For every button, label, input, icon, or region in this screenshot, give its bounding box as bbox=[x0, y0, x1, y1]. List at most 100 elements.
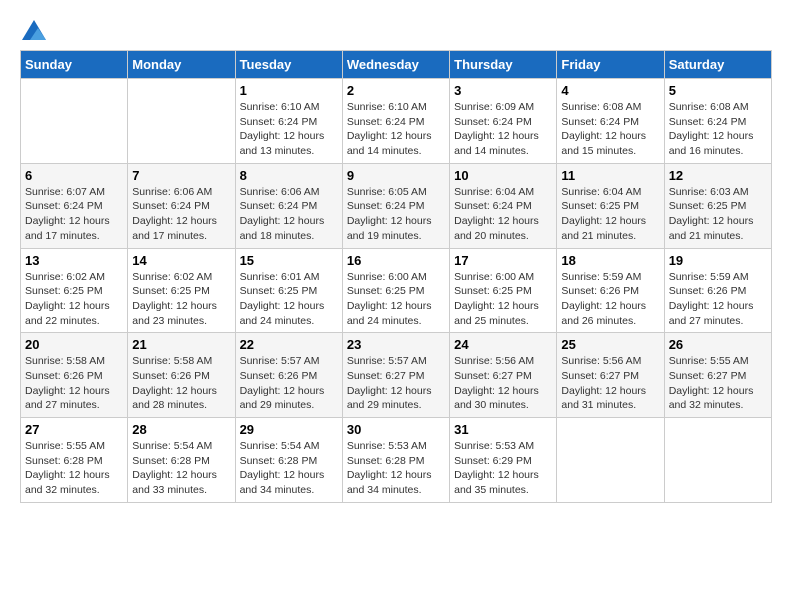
day-info: Sunrise: 6:04 AM Sunset: 6:24 PM Dayligh… bbox=[454, 185, 552, 244]
day-info: Sunrise: 6:02 AM Sunset: 6:25 PM Dayligh… bbox=[25, 270, 123, 329]
calendar-day-cell: 23 Sunrise: 5:57 AM Sunset: 6:27 PM Dayli… bbox=[342, 333, 449, 418]
day-info: Sunrise: 5:54 AM Sunset: 6:28 PM Dayligh… bbox=[132, 439, 230, 498]
calendar-day-cell: 28 Sunrise: 5:54 AM Sunset: 6:28 PM Dayli… bbox=[128, 418, 235, 503]
day-info: Sunrise: 6:06 AM Sunset: 6:24 PM Dayligh… bbox=[240, 185, 338, 244]
day-info: Sunrise: 5:58 AM Sunset: 6:26 PM Dayligh… bbox=[25, 354, 123, 413]
day-number: 13 bbox=[25, 253, 123, 268]
day-info: Sunrise: 6:03 AM Sunset: 6:25 PM Dayligh… bbox=[669, 185, 767, 244]
day-number: 1 bbox=[240, 83, 338, 98]
day-number: 17 bbox=[454, 253, 552, 268]
day-info: Sunrise: 6:10 AM Sunset: 6:24 PM Dayligh… bbox=[347, 100, 445, 159]
calendar-day-cell: 15Sunrise: 6:01 AM Sunset: 6:25 PM Dayli… bbox=[235, 248, 342, 333]
day-info: Sunrise: 6:10 AM Sunset: 6:24 PM Dayligh… bbox=[240, 100, 338, 159]
day-info: Sunrise: 5:57 AM Sunset: 6:27 PM Dayligh… bbox=[347, 354, 445, 413]
calendar-day-header: Tuesday bbox=[235, 51, 342, 79]
calendar: SundayMondayTuesdayWednesdayThursdayFrid… bbox=[20, 50, 772, 503]
calendar-day-cell: 17Sunrise: 6:00 AM Sunset: 6:25 PM Dayli… bbox=[450, 248, 557, 333]
calendar-day-header: Saturday bbox=[664, 51, 771, 79]
day-info: Sunrise: 5:54 AM Sunset: 6:28 PM Dayligh… bbox=[240, 439, 338, 498]
day-number: 9 bbox=[347, 168, 445, 183]
day-info: Sunrise: 6:09 AM Sunset: 6:24 PM Dayligh… bbox=[454, 100, 552, 159]
calendar-week-row: 1 Sunrise: 6:10 AM Sunset: 6:24 PM Daylig… bbox=[21, 79, 772, 164]
day-number: 23 bbox=[347, 337, 445, 352]
calendar-day-header: Monday bbox=[128, 51, 235, 79]
day-info: Sunrise: 5:57 AM Sunset: 6:26 PM Dayligh… bbox=[240, 354, 338, 413]
calendar-week-row: 6 Sunrise: 6:07 AM Sunset: 6:24 PM Daylig… bbox=[21, 163, 772, 248]
calendar-day-cell: 18 Sunrise: 5:59 AM Sunset: 6:26 PM Dayli… bbox=[557, 248, 664, 333]
day-number: 24 bbox=[454, 337, 552, 352]
calendar-day-cell: 20 Sunrise: 5:58 AM Sunset: 6:26 PM Dayli… bbox=[21, 333, 128, 418]
calendar-day-cell bbox=[21, 79, 128, 164]
day-number: 20 bbox=[25, 337, 123, 352]
calendar-day-cell: 30Sunrise: 5:53 AM Sunset: 6:28 PM Dayli… bbox=[342, 418, 449, 503]
day-number: 30 bbox=[347, 422, 445, 437]
calendar-day-cell bbox=[128, 79, 235, 164]
day-info: Sunrise: 6:00 AM Sunset: 6:25 PM Dayligh… bbox=[347, 270, 445, 329]
day-info: Sunrise: 6:06 AM Sunset: 6:24 PM Dayligh… bbox=[132, 185, 230, 244]
calendar-day-header: Thursday bbox=[450, 51, 557, 79]
day-info: Sunrise: 6:07 AM Sunset: 6:24 PM Dayligh… bbox=[25, 185, 123, 244]
calendar-day-cell: 9 Sunrise: 6:05 AM Sunset: 6:24 PM Daylig… bbox=[342, 163, 449, 248]
day-number: 19 bbox=[669, 253, 767, 268]
day-number: 3 bbox=[454, 83, 552, 98]
day-number: 7 bbox=[132, 168, 230, 183]
page-header bbox=[20, 20, 772, 40]
calendar-day-cell: 3 Sunrise: 6:09 AM Sunset: 6:24 PM Daylig… bbox=[450, 79, 557, 164]
calendar-header-row: SundayMondayTuesdayWednesdayThursdayFrid… bbox=[21, 51, 772, 79]
calendar-day-cell: 10 Sunrise: 6:04 AM Sunset: 6:24 PM Dayli… bbox=[450, 163, 557, 248]
calendar-day-header: Sunday bbox=[21, 51, 128, 79]
calendar-day-cell: 27 Sunrise: 5:55 AM Sunset: 6:28 PM Dayli… bbox=[21, 418, 128, 503]
day-number: 15 bbox=[240, 253, 338, 268]
day-info: Sunrise: 6:04 AM Sunset: 6:25 PM Dayligh… bbox=[561, 185, 659, 244]
calendar-day-cell: 25 Sunrise: 5:56 AM Sunset: 6:27 PM Dayli… bbox=[557, 333, 664, 418]
calendar-day-cell: 7 Sunrise: 6:06 AM Sunset: 6:24 PM Daylig… bbox=[128, 163, 235, 248]
day-number: 18 bbox=[561, 253, 659, 268]
day-number: 29 bbox=[240, 422, 338, 437]
calendar-day-cell: 19 Sunrise: 5:59 AM Sunset: 6:26 PM Dayli… bbox=[664, 248, 771, 333]
day-info: Sunrise: 5:56 AM Sunset: 6:27 PM Dayligh… bbox=[561, 354, 659, 413]
calendar-day-cell: 29 Sunrise: 5:54 AM Sunset: 6:28 PM Dayli… bbox=[235, 418, 342, 503]
logo-icon bbox=[22, 20, 46, 40]
day-number: 5 bbox=[669, 83, 767, 98]
calendar-day-cell: 12 Sunrise: 6:03 AM Sunset: 6:25 PM Dayli… bbox=[664, 163, 771, 248]
day-info: Sunrise: 6:08 AM Sunset: 6:24 PM Dayligh… bbox=[561, 100, 659, 159]
calendar-day-header: Friday bbox=[557, 51, 664, 79]
day-number: 4 bbox=[561, 83, 659, 98]
day-number: 16 bbox=[347, 253, 445, 268]
calendar-day-cell: 8Sunrise: 6:06 AM Sunset: 6:24 PM Daylig… bbox=[235, 163, 342, 248]
day-info: Sunrise: 5:55 AM Sunset: 6:28 PM Dayligh… bbox=[25, 439, 123, 498]
day-number: 6 bbox=[25, 168, 123, 183]
calendar-day-cell: 6 Sunrise: 6:07 AM Sunset: 6:24 PM Daylig… bbox=[21, 163, 128, 248]
day-number: 31 bbox=[454, 422, 552, 437]
day-number: 25 bbox=[561, 337, 659, 352]
day-number: 22 bbox=[240, 337, 338, 352]
day-number: 28 bbox=[132, 422, 230, 437]
calendar-day-cell: 13 Sunrise: 6:02 AM Sunset: 6:25 PM Dayli… bbox=[21, 248, 128, 333]
calendar-day-cell: 24 Sunrise: 5:56 AM Sunset: 6:27 PM Dayli… bbox=[450, 333, 557, 418]
day-info: Sunrise: 6:05 AM Sunset: 6:24 PM Dayligh… bbox=[347, 185, 445, 244]
logo bbox=[20, 20, 46, 40]
calendar-day-cell: 21 Sunrise: 5:58 AM Sunset: 6:26 PM Dayli… bbox=[128, 333, 235, 418]
day-number: 14 bbox=[132, 253, 230, 268]
day-number: 26 bbox=[669, 337, 767, 352]
calendar-day-cell: 14Sunrise: 6:02 AM Sunset: 6:25 PM Dayli… bbox=[128, 248, 235, 333]
calendar-day-cell: 31Sunrise: 5:53 AM Sunset: 6:29 PM Dayli… bbox=[450, 418, 557, 503]
day-number: 21 bbox=[132, 337, 230, 352]
calendar-day-cell: 11Sunrise: 6:04 AM Sunset: 6:25 PM Dayli… bbox=[557, 163, 664, 248]
calendar-day-header: Wednesday bbox=[342, 51, 449, 79]
day-info: Sunrise: 6:08 AM Sunset: 6:24 PM Dayligh… bbox=[669, 100, 767, 159]
day-number: 12 bbox=[669, 168, 767, 183]
day-number: 2 bbox=[347, 83, 445, 98]
calendar-week-row: 27 Sunrise: 5:55 AM Sunset: 6:28 PM Dayli… bbox=[21, 418, 772, 503]
day-info: Sunrise: 5:59 AM Sunset: 6:26 PM Dayligh… bbox=[561, 270, 659, 329]
day-info: Sunrise: 5:55 AM Sunset: 6:27 PM Dayligh… bbox=[669, 354, 767, 413]
calendar-day-cell: 16 Sunrise: 6:00 AM Sunset: 6:25 PM Dayli… bbox=[342, 248, 449, 333]
calendar-day-cell: 26 Sunrise: 5:55 AM Sunset: 6:27 PM Dayli… bbox=[664, 333, 771, 418]
calendar-day-cell: 5 Sunrise: 6:08 AM Sunset: 6:24 PM Daylig… bbox=[664, 79, 771, 164]
day-number: 27 bbox=[25, 422, 123, 437]
calendar-week-row: 13 Sunrise: 6:02 AM Sunset: 6:25 PM Dayli… bbox=[21, 248, 772, 333]
day-info: Sunrise: 5:58 AM Sunset: 6:26 PM Dayligh… bbox=[132, 354, 230, 413]
day-info: Sunrise: 5:59 AM Sunset: 6:26 PM Dayligh… bbox=[669, 270, 767, 329]
day-number: 10 bbox=[454, 168, 552, 183]
day-info: Sunrise: 5:56 AM Sunset: 6:27 PM Dayligh… bbox=[454, 354, 552, 413]
